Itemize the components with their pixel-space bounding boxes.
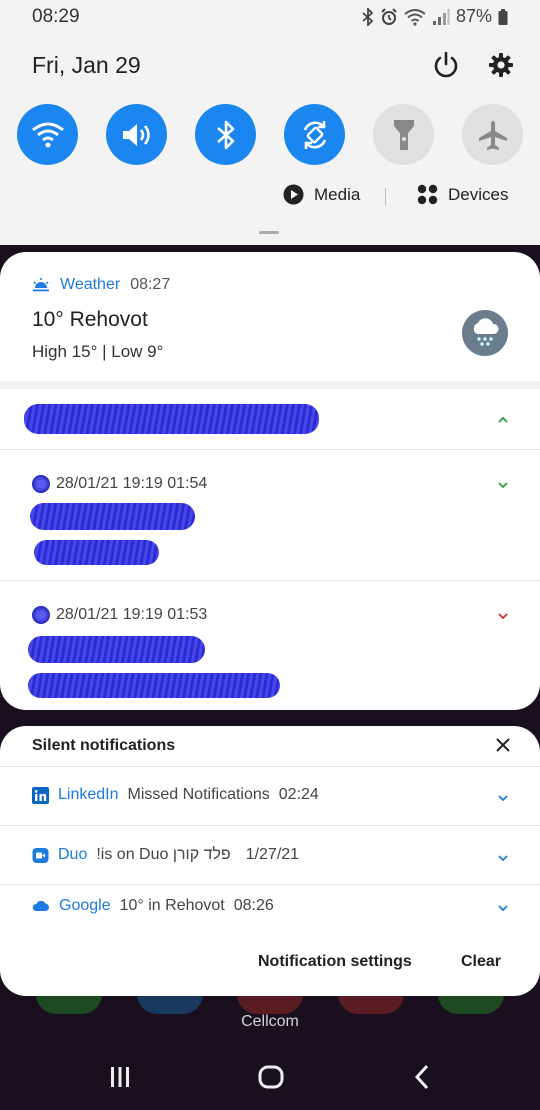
message-timestamp: 28/01/21 19:19 01:53 bbox=[56, 606, 208, 623]
separator bbox=[0, 884, 540, 885]
alarm-icon bbox=[381, 7, 397, 25]
media-button[interactable]: Media bbox=[283, 184, 360, 205]
redacted-text bbox=[30, 503, 195, 530]
divider bbox=[385, 188, 386, 206]
message-timestamp: 28/01/21 19:19 01:54 bbox=[56, 475, 208, 492]
clear-button[interactable]: Clear bbox=[461, 953, 501, 971]
avatar bbox=[32, 606, 50, 624]
cloud-icon bbox=[32, 900, 49, 911]
signal-icon bbox=[432, 8, 450, 25]
silent-row-linkedin[interactable]: LinkedIn Missed Notifications 02:24 bbox=[32, 786, 319, 804]
media-label: Media bbox=[314, 184, 361, 204]
weather-title[interactable]: 10° Rehovot bbox=[32, 308, 148, 332]
bluetooth-icon bbox=[362, 7, 374, 26]
duo-icon bbox=[32, 847, 49, 863]
play-icon bbox=[283, 184, 304, 205]
silent-app-name: LinkedIn bbox=[58, 786, 119, 803]
back-icon[interactable] bbox=[412, 1064, 432, 1090]
weather-subtitle: High 15° | Low 9° bbox=[32, 342, 164, 361]
weather-sun-icon bbox=[33, 278, 49, 292]
silent-app-name: Google bbox=[59, 897, 111, 914]
silent-row-google[interactable]: Google 10° in Rehovot 08:26 bbox=[32, 897, 274, 915]
separator bbox=[0, 825, 540, 826]
weather-app-name: Weather bbox=[60, 276, 121, 293]
silent-app-name: Duo bbox=[58, 846, 88, 863]
redacted-text bbox=[34, 540, 159, 565]
redacted-text bbox=[28, 636, 205, 663]
devices-grid-icon bbox=[417, 184, 438, 205]
bluetooth-icon bbox=[216, 120, 234, 149]
date-label: Fri, Jan 29 bbox=[32, 52, 141, 78]
wifi-icon bbox=[31, 122, 64, 147]
auto-rotate-toggle[interactable] bbox=[284, 104, 345, 165]
redacted-text bbox=[24, 404, 319, 434]
silent-text: !is on Duo פלד קורן bbox=[96, 846, 231, 863]
redacted-text bbox=[28, 673, 280, 698]
media-devices-row: Media Devices bbox=[0, 184, 540, 212]
chevron-down-icon[interactable] bbox=[496, 609, 510, 623]
wifi-toggle[interactable] bbox=[17, 104, 78, 165]
battery-icon bbox=[498, 8, 508, 25]
separator bbox=[0, 580, 540, 581]
message-meta: 28/01/21 19:19 01:54 bbox=[32, 475, 207, 493]
flashlight-icon bbox=[393, 119, 414, 150]
battery-percent: 87% bbox=[455, 6, 492, 26]
silent-time: 08:26 bbox=[233, 897, 274, 914]
rain-cloud-icon bbox=[462, 310, 508, 356]
chevron-down-icon[interactable] bbox=[496, 478, 510, 492]
devices-label: Devices bbox=[448, 184, 509, 204]
linkedin-icon bbox=[32, 786, 49, 804]
separator bbox=[0, 766, 540, 767]
chevron-down-icon[interactable] bbox=[496, 851, 510, 865]
sound-toggle[interactable] bbox=[106, 104, 167, 165]
silent-text: Missed Notifications bbox=[127, 786, 270, 803]
card-divider bbox=[0, 381, 540, 389]
status-icons: 87% bbox=[362, 6, 508, 27]
silent-time: 1/27/21 bbox=[245, 846, 300, 863]
airplane-icon bbox=[478, 120, 507, 150]
status-bar: 08:29 87% bbox=[0, 0, 540, 34]
gear-icon[interactable] bbox=[486, 50, 516, 80]
wifi-icon bbox=[404, 8, 426, 26]
drag-handle[interactable] bbox=[259, 231, 279, 234]
navigation-bar bbox=[0, 1045, 540, 1110]
devices-button[interactable]: Devices bbox=[417, 184, 508, 205]
close-icon[interactable] bbox=[495, 737, 511, 753]
silent-text: 10° in Rehovot bbox=[119, 897, 225, 914]
airplane-toggle[interactable] bbox=[462, 104, 523, 165]
quick-panel: 08:29 87% Fri, Jan 29 Media Devices bbox=[0, 0, 540, 245]
rotate-icon bbox=[303, 120, 326, 149]
home-icon[interactable] bbox=[258, 1064, 284, 1090]
carrier-label: Cellcom bbox=[241, 1013, 299, 1030]
silent-time: 02:24 bbox=[278, 786, 319, 803]
status-time: 08:29 bbox=[32, 6, 80, 27]
recent-apps-icon[interactable] bbox=[108, 1065, 132, 1089]
power-icon[interactable] bbox=[431, 50, 461, 80]
chevron-up-icon[interactable] bbox=[496, 413, 510, 427]
chevron-down-icon[interactable] bbox=[496, 791, 510, 805]
avatar bbox=[32, 475, 50, 493]
weather-header: Weather 08:27 bbox=[32, 276, 170, 294]
flashlight-toggle[interactable] bbox=[373, 104, 434, 165]
silent-notifications-title: Silent notifications bbox=[32, 737, 176, 754]
chevron-down-icon[interactable] bbox=[496, 901, 510, 915]
message-meta: 28/01/21 19:19 01:53 bbox=[32, 606, 207, 624]
speaker-icon bbox=[122, 123, 150, 146]
bluetooth-toggle[interactable] bbox=[195, 104, 256, 165]
silent-row-duo[interactable]: Duo !is on Duo פלד קורן 1/27/21 bbox=[32, 846, 299, 864]
notification-settings-button[interactable]: Notification settings bbox=[258, 953, 412, 971]
separator bbox=[0, 449, 540, 450]
weather-time: 08:27 bbox=[130, 276, 171, 293]
